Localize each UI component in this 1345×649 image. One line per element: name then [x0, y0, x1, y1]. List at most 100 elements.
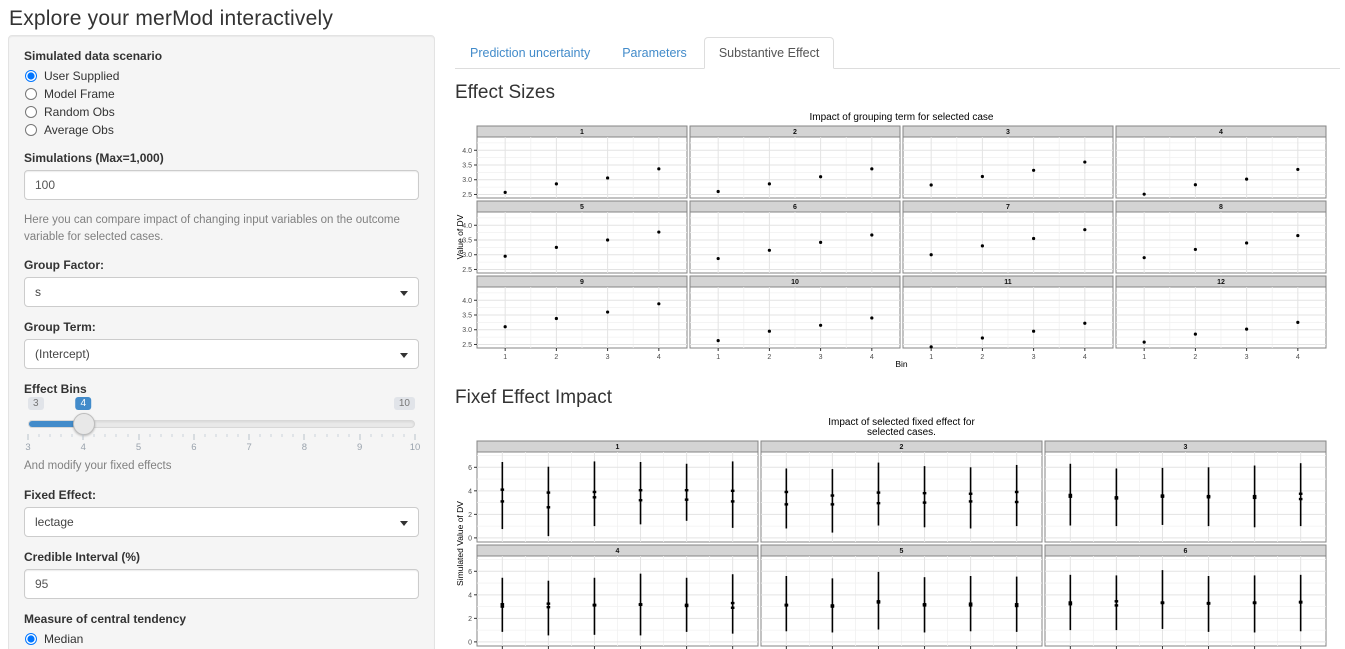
tab-parameters[interactable]: Parameters [607, 37, 702, 69]
radio-model-frame-input[interactable] [25, 88, 37, 100]
svg-text:2: 2 [980, 354, 984, 361]
svg-text:2: 2 [468, 512, 472, 519]
sidebar: Simulated data scenario User Supplied Mo… [8, 35, 435, 649]
svg-text:3: 3 [606, 354, 610, 361]
radio-average-obs-input[interactable] [25, 124, 37, 136]
svg-text:Impact of grouping term for se: Impact of grouping term for selected cas… [810, 112, 994, 123]
svg-text:3.0: 3.0 [462, 177, 472, 184]
svg-text:4: 4 [616, 548, 620, 555]
simulations-label: Simulations (Max=1,000) [24, 151, 419, 165]
radio-random-obs-input[interactable] [25, 106, 37, 118]
svg-text:2: 2 [1193, 354, 1197, 361]
svg-text:selected cases.: selected cases. [867, 427, 936, 438]
svg-text:Value of DV: Value of DV [455, 214, 465, 259]
simulations-input[interactable] [24, 170, 419, 200]
fixed-effect-select[interactable]: lectage [24, 507, 419, 537]
svg-text:3: 3 [1032, 354, 1036, 361]
fixed-note: And modify your fixed effects [24, 458, 419, 475]
credible-interval-input[interactable] [24, 569, 419, 599]
svg-text:0: 0 [468, 535, 472, 542]
radio-label: Random Obs [44, 105, 115, 119]
svg-text:4: 4 [1296, 354, 1300, 361]
radio-average-obs[interactable]: Average Obs [25, 122, 419, 138]
group-factor-value: s [35, 285, 41, 299]
svg-text:3: 3 [1006, 129, 1010, 136]
svg-text:2: 2 [468, 616, 472, 623]
svg-text:1: 1 [716, 354, 720, 361]
svg-text:7: 7 [1006, 204, 1010, 211]
grouping-term-plot: Impact of grouping term for selected cas… [455, 112, 1340, 370]
svg-text:Simulated Value of DV: Simulated Value of DV [455, 501, 465, 586]
svg-text:6: 6 [468, 465, 472, 472]
svg-text:4: 4 [468, 592, 472, 599]
svg-text:2.5: 2.5 [462, 192, 472, 199]
radio-label: Average Obs [44, 123, 114, 137]
svg-text:3.0: 3.0 [462, 327, 472, 334]
svg-text:5: 5 [580, 204, 584, 211]
svg-text:2: 2 [767, 354, 771, 361]
radio-user-supplied[interactable]: User Supplied [25, 68, 419, 84]
svg-text:4: 4 [468, 488, 472, 495]
svg-text:10: 10 [791, 279, 799, 286]
section-effect-sizes: Effect Sizes [455, 82, 1340, 104]
radio-user-supplied-input[interactable] [25, 70, 37, 82]
svg-text:4: 4 [1219, 129, 1223, 136]
svg-text:3: 3 [1245, 354, 1249, 361]
svg-text:4.0: 4.0 [462, 148, 472, 155]
credible-interval-label: Credible Interval (%) [24, 550, 419, 564]
radio-random-obs[interactable]: Random Obs [25, 104, 419, 120]
tab-substantive-effect[interactable]: Substantive Effect [704, 37, 835, 69]
svg-text:3: 3 [819, 354, 823, 361]
svg-text:3: 3 [1184, 444, 1188, 451]
slider-value-badge: 4 [76, 397, 92, 410]
svg-text:Bin: Bin [895, 359, 908, 369]
slider-track[interactable] [28, 420, 415, 428]
svg-text:1: 1 [929, 354, 933, 361]
help-text: Here you can compare impact of changing … [24, 212, 419, 245]
group-factor-select[interactable]: s [24, 277, 419, 307]
svg-text:6: 6 [793, 204, 797, 211]
group-term-value: (Intercept) [35, 347, 90, 361]
svg-text:1: 1 [1142, 354, 1146, 361]
svg-text:3.5: 3.5 [462, 312, 472, 319]
svg-text:2: 2 [793, 129, 797, 136]
svg-text:4: 4 [657, 354, 661, 361]
effect-bins-slider: 3 4 10 345678910 [24, 398, 419, 454]
radio-label: User Supplied [44, 69, 119, 83]
svg-text:3.5: 3.5 [462, 162, 472, 169]
svg-text:1: 1 [580, 129, 584, 136]
radio-median[interactable]: Median [25, 631, 419, 647]
fixed-effect-value: lectage [35, 515, 74, 529]
svg-text:6: 6 [468, 569, 472, 576]
tab-prediction-uncertainty[interactable]: Prediction uncertainty [455, 37, 605, 69]
slider-grid: 345678910 [28, 434, 415, 456]
svg-text:4.0: 4.0 [462, 298, 472, 305]
radio-median-input[interactable] [25, 633, 37, 645]
slider-handle[interactable] [73, 413, 95, 435]
chevron-down-icon [400, 521, 408, 526]
radio-model-frame[interactable]: Model Frame [25, 86, 419, 102]
svg-text:9: 9 [580, 279, 584, 286]
main-content: Prediction uncertainty Parameters Substa… [455, 35, 1340, 649]
svg-text:2.5: 2.5 [462, 342, 472, 349]
svg-text:4: 4 [870, 354, 874, 361]
chevron-down-icon [400, 291, 408, 296]
radio-label: Model Frame [44, 87, 115, 101]
chevron-down-icon [400, 353, 408, 358]
svg-text:2: 2 [900, 444, 904, 451]
group-term-label: Group Term: [24, 320, 419, 334]
group-term-select[interactable]: (Intercept) [24, 339, 419, 369]
svg-text:4: 4 [1083, 354, 1087, 361]
svg-text:11: 11 [1004, 279, 1012, 286]
svg-text:2: 2 [554, 354, 558, 361]
svg-text:2.5: 2.5 [462, 267, 472, 274]
svg-text:1: 1 [503, 354, 507, 361]
fixed-effect-label: Fixed Effect: [24, 488, 419, 502]
scenario-label: Simulated data scenario [24, 49, 419, 63]
tab-bar: Prediction uncertainty Parameters Substa… [455, 37, 1340, 69]
svg-text:0: 0 [468, 639, 472, 646]
central-tendency-label: Measure of central tendency [24, 612, 419, 626]
group-factor-label: Group Factor: [24, 258, 419, 272]
svg-text:12: 12 [1217, 279, 1225, 286]
slider-min-badge: 3 [28, 397, 44, 410]
